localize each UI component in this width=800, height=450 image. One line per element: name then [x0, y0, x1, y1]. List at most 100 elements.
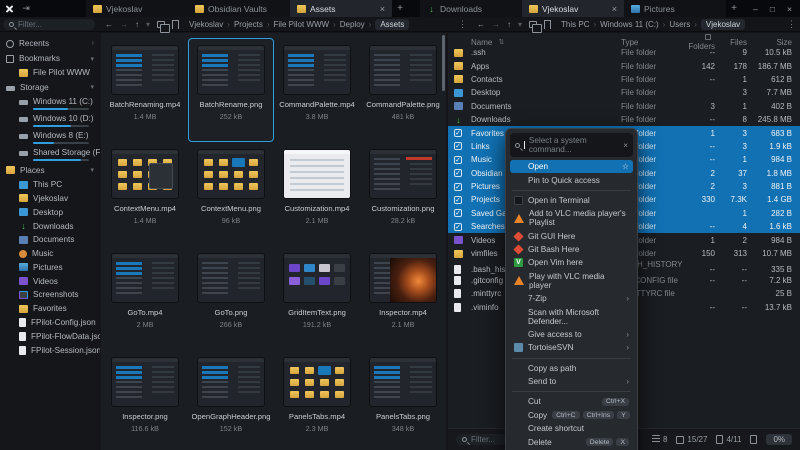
checkbox-checked-icon[interactable]: ✓	[454, 142, 462, 150]
menu-item-git-bash-here[interactable]: Git Bash Here	[510, 243, 633, 256]
tab-pictures[interactable]: Pictures	[624, 0, 726, 17]
sidebar-item-vjekoslav[interactable]: Vjekoslav	[0, 192, 100, 206]
sidebar-filter-input[interactable]: Filter...	[3, 19, 95, 30]
table-row-contacts[interactable]: ContactsFile folder--1612 B	[448, 73, 800, 86]
table-row-downloads[interactable]: ↓DownloadsFile folder--8245.8 MB	[448, 113, 800, 126]
checkbox-checked-icon[interactable]: ✓	[454, 156, 462, 164]
favorite-star-icon[interactable]: ☆	[622, 162, 629, 171]
forward-icon[interactable]: →	[492, 20, 500, 29]
tab-assets[interactable]: Assets×	[290, 0, 392, 17]
tab-overflow-icon[interactable]: ⇥	[18, 0, 34, 17]
grid-item-contextmenu-png[interactable]: ContextMenu.png96 kB	[188, 142, 274, 246]
checkbox-checked-icon[interactable]: ✓	[454, 196, 462, 204]
tab-vjekoslav[interactable]: Vjekoslav	[86, 0, 188, 17]
breadcrumb-item-projects[interactable]: Projects	[234, 20, 263, 29]
command-search-input[interactable]: Select a system command... ×	[510, 133, 633, 157]
chevron-down-icon[interactable]: ▾	[90, 55, 94, 63]
back-icon[interactable]: ←	[105, 20, 113, 29]
checkbox-checked-icon[interactable]: ✓	[454, 129, 462, 137]
sidebar-item-this-pc[interactable]: This PC	[0, 178, 100, 192]
menu-item-copy[interactable]: CopyCtrl+CCtrl+InsY	[510, 409, 633, 422]
sidebar-item-file-pilot-www[interactable]: File Pilot WWW	[0, 66, 100, 80]
sidebar-drive-windows-10-d[interactable]: Windows 10 (D:)	[0, 112, 100, 123]
pane-options-icon[interactable]: ⋮	[787, 19, 796, 30]
sidebar-item-screenshots[interactable]: Screenshots	[0, 288, 100, 302]
sidebar-item-desktop[interactable]: Desktop	[0, 205, 100, 219]
breadcrumb-item-assets[interactable]: Assets	[375, 19, 409, 30]
grid-item-griditemtext-png[interactable]: GridItemText.png191.2 kB	[274, 246, 360, 350]
bookmark-icon[interactable]	[544, 20, 551, 29]
menu-item-cut[interactable]: CutCtrl+X	[510, 395, 633, 408]
grid-item-panelstabs-png[interactable]: PanelsTabs.png348 kB	[360, 350, 446, 450]
table-row-documents[interactable]: DocumentsFile folder31402 B	[448, 100, 800, 113]
grid-item-inspector-png[interactable]: Inspector.png116.6 kB	[102, 350, 188, 450]
sidebar-drive-shared-storage-f[interactable]: Shared Storage (F:)	[0, 146, 100, 157]
column-type[interactable]: Type	[621, 38, 685, 47]
grid-item-opengraphheader-png[interactable]: OpenGraphHeader.png152 kB	[188, 350, 274, 450]
bookmark-icon[interactable]	[172, 20, 179, 29]
sidebar-drive-windows-8-e[interactable]: Windows 8 (E:)	[0, 129, 100, 140]
breadcrumb-item-vjekoslav[interactable]: Vjekoslav	[701, 19, 745, 30]
duplicate-tab-icon[interactable]	[529, 21, 537, 28]
sidebar-drive-windows-11-c[interactable]: Windows 11 (C:)	[0, 95, 100, 106]
close-icon[interactable]: ×	[380, 4, 385, 14]
sidebar-item-documents[interactable]: Documents	[0, 233, 100, 247]
menu-item-delete[interactable]: DeleteDeleteX	[510, 435, 633, 448]
history-chevron-icon[interactable]: ▾	[518, 20, 522, 29]
menu-item-send-to[interactable]: Send to›	[510, 375, 633, 388]
sidebar-item-fpilot-config-json[interactable]: FPilot-Config.json	[0, 316, 100, 330]
back-icon[interactable]: ←	[477, 20, 485, 29]
breadcrumb-item-file-pilot-www[interactable]: File Pilot WWW	[274, 20, 330, 29]
forward-icon[interactable]: →	[120, 20, 128, 29]
sidebar-item-music[interactable]: Music	[0, 247, 100, 261]
column-files[interactable]: Files	[725, 38, 757, 47]
menu-item-give-access-to[interactable]: Give access to›	[510, 328, 633, 341]
chevron-down-icon[interactable]: ▾	[90, 166, 94, 174]
menu-item-pin-to-quick-access[interactable]: Pin to Quick access	[510, 173, 633, 186]
sidebar-section-bookmarks[interactable]: Bookmarks▾	[0, 51, 100, 66]
breadcrumb-item-windows-11-c[interactable]: Windows 11 (C:)	[600, 20, 659, 29]
grid-item-commandpalette-png[interactable]: CommandPalette.png481 kB	[360, 38, 446, 142]
breadcrumb-item-users[interactable]: Users	[669, 20, 690, 29]
grid-item-panelstabs-mp4[interactable]: PanelsTabs.mp42.3 MB	[274, 350, 360, 450]
sidebar-item-fpilot-flowdata-json[interactable]: FPilot-FlowData.json	[0, 329, 100, 343]
column-name[interactable]: Name	[471, 38, 492, 47]
table-row-ssh[interactable]: .sshFile folder--910.5 kB	[448, 46, 800, 59]
scrollbar[interactable]	[442, 35, 445, 91]
table-row-desktop[interactable]: DesktopFile folder37.7 MB	[448, 86, 800, 99]
close-icon[interactable]: ×	[623, 141, 628, 150]
table-row-apps[interactable]: AppsFile folder142178186.7 MB	[448, 59, 800, 72]
sidebar-section-places[interactable]: Places▾	[0, 163, 100, 178]
chevron-down-icon[interactable]: ▾	[90, 83, 94, 91]
sidebar-section-storage[interactable]: Storage▾	[0, 80, 100, 95]
zoom-level-button[interactable]: 0%	[766, 434, 792, 445]
up-icon[interactable]: ↑	[135, 20, 139, 29]
clipboard-icon[interactable]	[750, 435, 757, 444]
menu-item-scan-with-microsoft-defender[interactable]: Scan with Microsoft Defender...	[510, 305, 633, 327]
tab-downloads[interactable]: ↓Downloads	[420, 0, 522, 17]
history-chevron-icon[interactable]: ▾	[146, 20, 150, 29]
grid-item-inspector-mp4[interactable]: Inspector.mp42.1 MB	[360, 246, 446, 350]
checkbox-checked-icon[interactable]: ✓	[454, 169, 462, 177]
menu-item-git-gui-here[interactable]: Git GUI Here	[510, 230, 633, 243]
menu-item-add-to-vlc-media-player-s-playlist[interactable]: Add to VLC media player's Playlist	[510, 207, 633, 229]
grid-item-batchrename-png[interactable]: BatchRename.png252 kB	[188, 38, 274, 142]
grid-item-goto-mp4[interactable]: GoTo.mp42 MB	[102, 246, 188, 350]
menu-item-7-zip[interactable]: 7-Zip›	[510, 292, 633, 305]
menu-item-open[interactable]: Open☆	[510, 160, 633, 173]
breadcrumb-item-deploy[interactable]: Deploy	[340, 20, 365, 29]
chevron-right-icon[interactable]: ›	[92, 40, 94, 47]
breadcrumb-item-vjekoslav[interactable]: Vjekoslav	[189, 20, 223, 29]
checkbox-checked-icon[interactable]: ✓	[454, 209, 462, 217]
sidebar-item-favorites[interactable]: Favorites	[0, 302, 100, 316]
sort-icon[interactable]: ⇅	[498, 38, 504, 46]
pane-menu-icon[interactable]: ⋮	[458, 19, 467, 30]
grid-item-contextmenu-mp4[interactable]: ContextMenu.mp41.4 MB	[102, 142, 188, 246]
menu-item-copy-as-path[interactable]: Copy as path	[510, 362, 633, 375]
column-size[interactable]: Size	[757, 38, 792, 47]
tab-obsidian-vaults[interactable]: Obsidian Vaults	[188, 0, 290, 17]
minimize-button[interactable]: –	[747, 0, 764, 17]
grid-item-batchrenaming-mp4[interactable]: BatchRenaming.mp41.4 MB	[102, 38, 188, 142]
up-icon[interactable]: ↑	[507, 20, 511, 29]
grid-item-commandpalette-mp4[interactable]: CommandPalette.mp43.8 MB	[274, 38, 360, 142]
